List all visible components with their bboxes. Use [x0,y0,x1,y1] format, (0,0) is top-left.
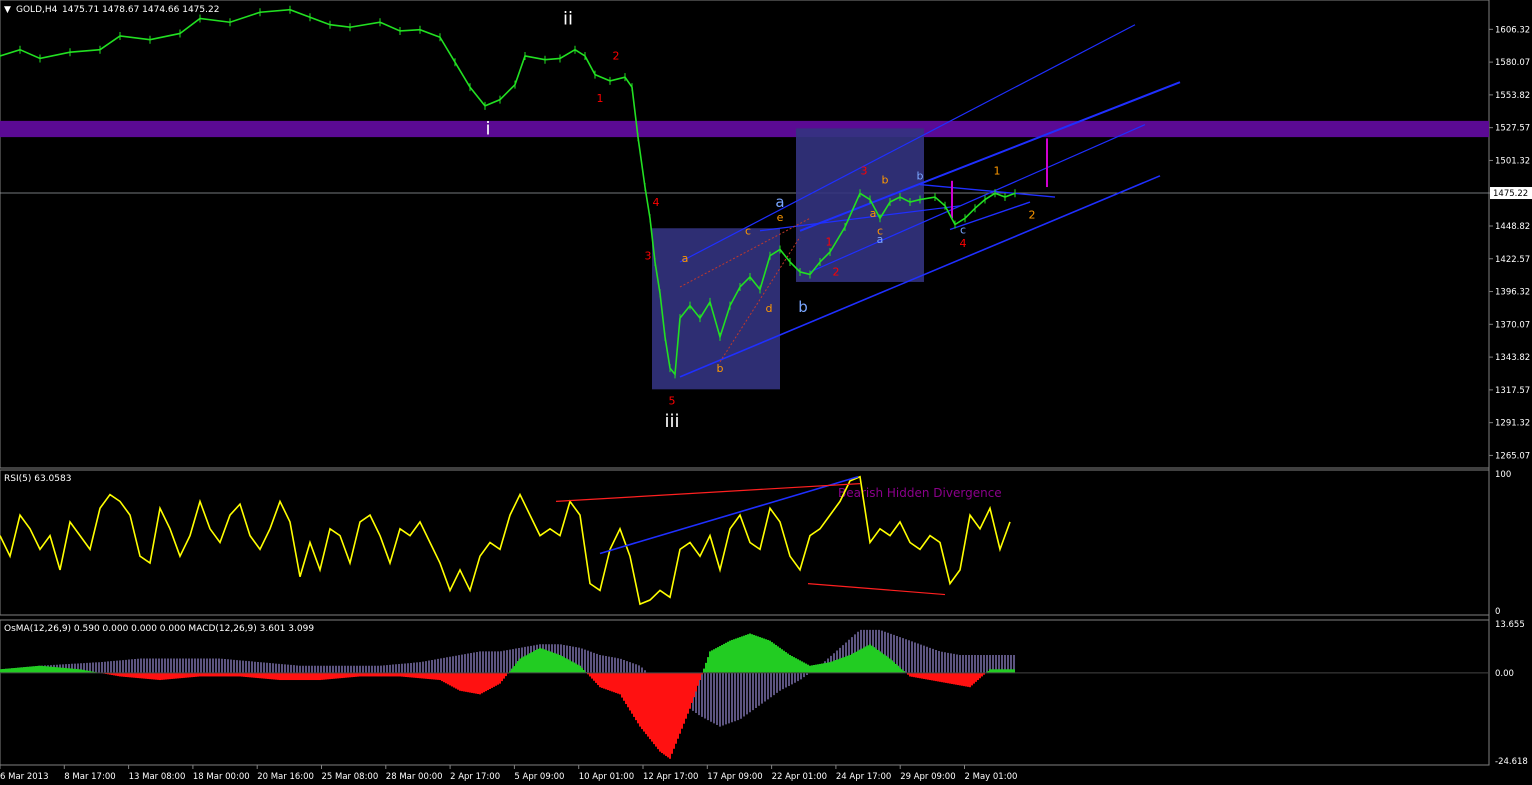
time-tick-label: 6 Mar 2013 [0,772,48,782]
rsi-tick-label: 100 [1495,470,1511,480]
rsi-pane[interactable]: RSI(5) 63.0583 Bearish Hidden Divergence [0,474,1011,606]
time-tick-label: 28 Mar 00:00 [386,772,443,782]
wave-label: i [485,119,490,140]
wave-label: 3 [861,165,868,178]
wave-label: 2 [833,266,840,279]
price-tick-label: 1291.32 [1495,419,1530,429]
price-tick-label: 1527.57 [1495,124,1530,134]
triangle-line [919,183,1056,198]
wave-label: b [882,173,889,186]
wave-label: e [777,211,784,224]
wave-label: a [870,207,877,220]
price-tick-label: 1396.32 [1495,288,1530,298]
wave-label: 2 [1029,208,1036,221]
divergence-line [555,482,861,502]
resistance-zone [0,120,1489,138]
current-price-label: 1475.22 [1493,189,1528,199]
rsi-label: RSI(5) 63.0583 [4,474,71,484]
wave-label: c [745,225,751,238]
macd-tick-label: 13.655 [1495,620,1525,630]
wave-label: 4 [960,237,967,250]
wave-label: a [682,252,689,265]
macd-tick-label: 0.00 [1495,669,1514,679]
price-tick-label: 1553.82 [1495,91,1530,101]
time-tick-label: 29 Apr 09:00 [900,772,955,782]
wave-label: 2 [613,50,620,63]
time-tick-label: 22 Apr 01:00 [772,772,827,782]
chart-window: ▼ GOLD,H4 1475.71 1478.67 1474.66 1475.2… [0,0,1532,782]
wave-label: ii [563,9,573,30]
rsi-tick-label: 0 [1495,607,1500,617]
wave-label: b [717,362,724,375]
wave-label: 5 [669,394,676,407]
wave-box [796,128,924,282]
time-tick-label: 20 Mar 16:00 [257,772,314,782]
time-tick-label: 25 Mar 08:00 [322,772,379,782]
time-tick-label: 18 Mar 00:00 [193,772,250,782]
wave-label: c [960,223,966,236]
macd-label: OsMA(12,26,9) 0.590 0.000 0.000 0.000 MA… [4,624,314,634]
ohlc-label: 1475.71 1478.67 1474.66 1475.22 [62,5,219,15]
wave-label: c [877,225,883,238]
wave-label: b [917,170,924,183]
price-tick-label: 1448.82 [1495,222,1530,232]
menu-icon[interactable]: ▼ [4,5,11,15]
macd-tick-label: -24.618 [1495,757,1528,767]
price-pane[interactable]: ▼ GOLD,H4 1475.71 1478.67 1474.66 1475.2… [0,5,1489,432]
wave-label: 1 [826,236,833,249]
time-tick-label: 13 Mar 08:00 [129,772,186,782]
time-tick-label: 12 Apr 17:00 [643,772,698,782]
time-tick-label: 5 Apr 09:00 [514,772,564,782]
price-tick-label: 1343.82 [1495,353,1530,363]
price-tick-label: 1501.32 [1495,156,1530,166]
divergence-line [807,583,946,596]
time-tick-label: 17 Apr 09:00 [707,772,762,782]
wave-label: 1 [597,92,604,105]
wave-label: a [775,193,784,211]
time-tick-label: 10 Apr 01:00 [579,772,634,782]
wave-label: iii [664,411,679,432]
wave-label: 3 [645,249,652,262]
price-tick-label: 1265.07 [1495,451,1530,461]
price-tick-label: 1580.07 [1495,58,1530,68]
price-tick-label: 1370.07 [1495,320,1530,330]
time-tick-label: 8 Mar 17:00 [64,772,115,782]
macd-pane[interactable]: OsMA(12,26,9) 0.590 0.000 0.000 0.000 MA… [0,624,1489,759]
wave-label: 4 [653,196,660,209]
wave-label: b [798,298,808,316]
symbol-label: GOLD,H4 [16,5,58,15]
price-tick-label: 1606.32 [1495,25,1530,35]
time-tick-label: 2 Apr 17:00 [450,772,500,782]
price-tick-label: 1317.57 [1495,386,1530,396]
time-tick-label: 2 May 01:00 [965,772,1018,782]
divergence-line [599,475,859,555]
time-tick-label: 24 Apr 17:00 [836,772,891,782]
price-tick-label: 1422.57 [1495,255,1530,265]
wave-label: d [766,302,773,315]
pane-border [0,469,1490,616]
wave-label: 1 [994,165,1001,178]
